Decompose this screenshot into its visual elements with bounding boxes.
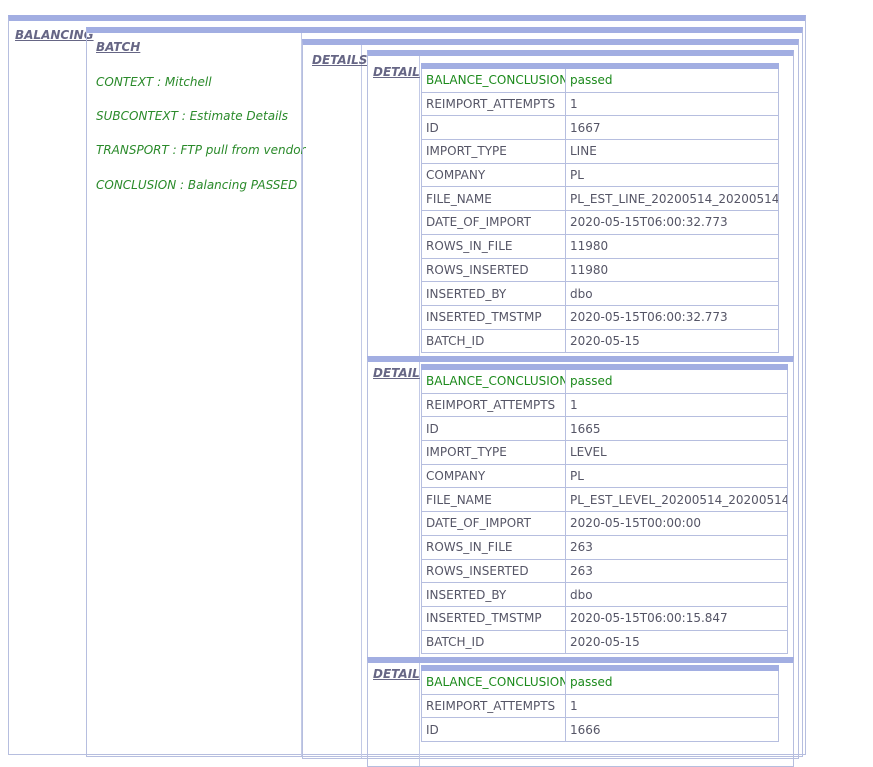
table-row: COMPANY PL [421,162,779,188]
field-value: dbo [565,582,788,607]
field-value: PL [565,162,779,188]
batch-label[interactable]: BATCH [96,40,140,54]
field-value: passed [565,366,788,394]
field-value: 263 [565,534,788,560]
table-row: REIMPORT_ATTEMPTS 1 [421,392,788,418]
field-value: LINE [565,139,779,164]
field-key: FILE_NAME [421,186,566,212]
table-row: ROWS_INSERTED 11980 [421,257,779,283]
field-value: 2020-05-15T06:00:32.773 [565,304,779,330]
field-key: IMPORT_TYPE [421,440,566,465]
table-row: BALANCE_CONCLUSION passed [421,366,788,394]
field-key: IMPORT_TYPE [421,139,566,164]
field-value: 1 [565,693,779,719]
field-value: 263 [565,558,788,584]
detail-table: BALANCE_CONCLUSION passed REIMPORT_ATTEMPT… [421,63,779,354]
field-key: BATCH_ID [421,629,566,655]
field-value: LEVEL [565,440,788,465]
field-value: PL_EST_LINE_20200514_20200514 [565,186,779,212]
field-value: 2020-05-15T06:00:32.773 [565,210,779,235]
field-key: ID [421,717,566,743]
field-value: 1666 [565,717,779,743]
field-value: 2020-05-15 [565,629,788,655]
field-key: ROWS_IN_FILE [421,233,566,259]
field-key: ID [421,115,566,141]
field-value: dbo [565,281,779,306]
table-row: ROWS_IN_FILE 11980 [421,233,779,259]
table-row: REIMPORT_ATTEMPTS 1 [421,693,779,719]
table-row: INSERTED_BY dbo [421,582,788,607]
field-key: DATE_OF_IMPORT [421,511,566,536]
field-value: 1665 [565,416,788,442]
table-row: COMPANY PL [421,463,788,489]
field-key: ID [421,416,566,442]
field-key: ROWS_INSERTED [421,257,566,283]
field-key: REIMPORT_ATTEMPTS [421,91,566,117]
table-row: INSERTED_BY dbo [421,281,779,306]
field-key: INSERTED_TMSTMP [421,605,566,631]
field-key: INSERTED_TMSTMP [421,304,566,330]
field-key: BALANCE_CONCLUSION [421,366,566,394]
field-value: PL [565,463,788,489]
field-value: 1 [565,91,779,117]
table-row: INSERTED_TMSTMP 2020-05-15T06:00:15.847 [421,605,788,631]
table-row: FILE_NAME PL_EST_LEVEL_20200514_20200514 [421,487,788,513]
batch-conclusion: CONCLUSION : Balancing PASSED [96,178,298,192]
table-row: IMPORT_TYPE LEVEL [421,440,788,465]
table-row: BATCH_ID 2020-05-15 [421,328,779,354]
field-value: 1667 [565,115,779,141]
field-key: DATE_OF_IMPORT [421,210,566,235]
field-key: INSERTED_BY [421,582,566,607]
details-label[interactable]: DETAILS [312,53,367,67]
field-key: BATCH_ID [421,328,566,354]
balancing-label[interactable]: BALANCING [15,28,94,42]
field-value: 2020-05-15 [565,328,779,354]
field-key: COMPANY [421,463,566,489]
field-value: 2020-05-15T00:00:00 [565,511,788,536]
field-key: REIMPORT_ATTEMPTS [421,693,566,719]
batch-transport: TRANSPORT : FTP pull from vendor [96,143,306,157]
field-value: passed [565,667,779,695]
field-value: 11980 [565,257,779,283]
table-row: ROWS_IN_FILE 263 [421,534,788,560]
table-row: ID 1666 [421,717,779,743]
field-key: REIMPORT_ATTEMPTS [421,392,566,418]
table-row: IMPORT_TYPE LINE [421,139,779,164]
table-row: ID 1667 [421,115,779,141]
field-value: passed [565,65,779,93]
detail-table: BALANCE_CONCLUSION passed REIMPORT_ATTEMPT… [421,665,779,743]
field-key: ROWS_IN_FILE [421,534,566,560]
table-row: ID 1665 [421,416,788,442]
table-row: INSERTED_TMSTMP 2020-05-15T06:00:32.773 [421,304,779,330]
detail-table: BALANCE_CONCLUSION passed REIMPORT_ATTEMPT… [421,364,788,655]
field-key: FILE_NAME [421,487,566,513]
details-divider [361,45,362,758]
detail-divider [419,56,420,361]
table-row: ROWS_INSERTED 263 [421,558,788,584]
field-key: ROWS_INSERTED [421,558,566,584]
batch-context: CONTEXT : Mitchell [96,75,212,89]
table-row: DATE_OF_IMPORT 2020-05-15T06:00:32.773 [421,210,779,235]
field-value: 1 [565,392,788,418]
detail-label[interactable]: DETAIL [373,65,420,79]
detail-label[interactable]: DETAIL [373,366,420,380]
field-value: 11980 [565,233,779,259]
field-key: BALANCE_CONCLUSION [421,667,566,695]
table-row: FILE_NAME PL_EST_LINE_20200514_20200514 [421,186,779,212]
detail-label[interactable]: DETAIL [373,667,420,681]
detail-divider [419,362,420,662]
table-row: DATE_OF_IMPORT 2020-05-15T00:00:00 [421,511,788,536]
field-key: BALANCE_CONCLUSION [421,65,566,93]
table-row: BALANCE_CONCLUSION passed [421,667,779,695]
batch-subcontext: SUBCONTEXT : Estimate Details [96,109,288,123]
field-value: 2020-05-15T06:00:15.847 [565,605,788,631]
table-row: REIMPORT_ATTEMPTS 1 [421,91,779,117]
field-key: INSERTED_BY [421,281,566,306]
table-row: BALANCE_CONCLUSION passed [421,65,779,93]
table-row: BATCH_ID 2020-05-15 [421,629,788,655]
field-key: COMPANY [421,162,566,188]
field-value: PL_EST_LEVEL_20200514_20200514 [565,487,788,513]
